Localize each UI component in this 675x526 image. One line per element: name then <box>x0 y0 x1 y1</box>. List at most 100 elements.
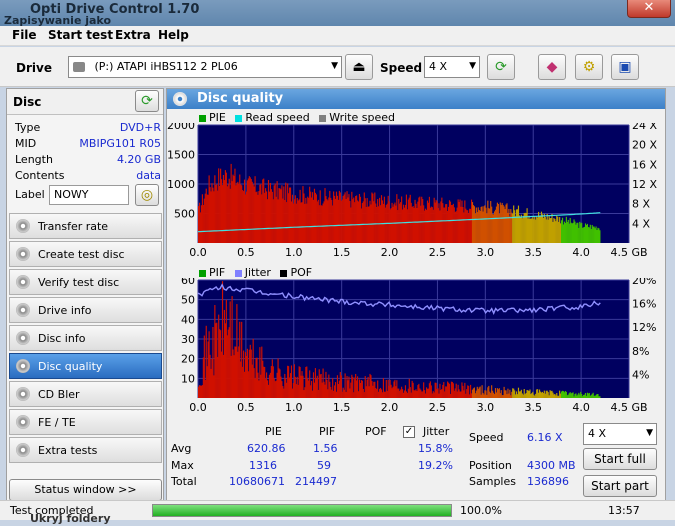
nav-verify-test-disc[interactable]: Verify test disc <box>9 269 162 295</box>
x-tick-label: 1.0 <box>285 246 303 259</box>
nav-fe-te[interactable]: FE / TE <box>9 409 162 435</box>
x-tick-label: 3.5 <box>524 246 542 259</box>
y-left-tick-label: 2000 <box>167 123 195 132</box>
x-tick-label: 4.5 GB <box>610 401 647 414</box>
panel-header: Disc quality <box>167 89 665 109</box>
x-tick-label: 2.5 <box>429 246 447 259</box>
refresh-speed-button[interactable]: ⟳ <box>487 54 515 80</box>
max-pif: 59 <box>317 459 331 472</box>
nav-create-test-disc[interactable]: Create test disc <box>9 241 162 267</box>
nav-cd-bler[interactable]: CD Bler <box>9 381 162 407</box>
nav-label: Drive info <box>38 304 92 317</box>
y-left-tick-label: 20 <box>181 353 195 366</box>
y-right-tick-label: 4 X <box>632 217 650 230</box>
legend-swatch <box>199 269 206 277</box>
nav-drive-info[interactable]: Drive info <box>9 297 162 323</box>
disc-icon <box>173 92 187 106</box>
menu-start-test[interactable]: Start test <box>48 28 113 42</box>
speed-select[interactable]: 4 X ▼ <box>424 56 480 78</box>
y-right-tick-label: 16% <box>632 298 656 311</box>
total-label: Total <box>171 475 197 488</box>
x-tick-label: 2.0 <box>381 246 399 259</box>
menu-extra[interactable]: Extra <box>115 28 151 42</box>
y-left-tick-label: 40 <box>181 313 195 326</box>
nav-disc-quality[interactable]: Disc quality <box>9 353 162 379</box>
progress-fill <box>153 505 451 516</box>
error-bar <box>599 396 601 398</box>
disc-label-input[interactable]: NOWY <box>49 185 129 205</box>
x-tick-label: 0.5 <box>237 401 255 414</box>
drive-select[interactable]: (P:) ATAPI iHBS112 2 PL06 ▼ <box>68 56 342 78</box>
disc-icon <box>16 219 30 233</box>
nav-label: Transfer rate <box>38 220 109 233</box>
menu-file[interactable]: File <box>12 28 37 42</box>
y-left-tick-label: 60 <box>181 278 195 287</box>
disc-icon <box>16 387 30 401</box>
elapsed-time: 13:57 <box>608 504 640 517</box>
disc-icon <box>16 359 30 373</box>
disc-length-value: 4.20 GB <box>116 153 161 166</box>
test-speed-select[interactable]: 4 X ▼ <box>583 423 657 445</box>
disc-quality-panel: Disc quality PIE Read speed Write speed … <box>166 88 666 506</box>
y-right-tick-label: 8% <box>632 345 649 358</box>
avg-pif: 1.56 <box>313 442 338 455</box>
legend-swatch <box>199 114 206 122</box>
nav-label: CD Bler <box>38 388 80 401</box>
status-window-button[interactable]: Status window >> <box>9 479 162 501</box>
test-speed-value: 4 X <box>588 427 607 440</box>
y-left-tick-label: 30 <box>181 333 195 346</box>
start-full-button[interactable]: Start full <box>583 448 657 470</box>
y-left-tick-label: 500 <box>174 208 195 221</box>
disc-icon <box>16 331 30 345</box>
disc-refresh-button[interactable]: ⟳ <box>135 90 159 112</box>
options-button[interactable]: ⚙ <box>575 54 603 80</box>
jitter-checkbox[interactable]: ✓ <box>403 426 415 438</box>
x-tick-label: 0.0 <box>189 401 207 414</box>
y-right-tick-label: 20% <box>632 278 656 287</box>
y-right-tick-label: 20 X <box>632 139 657 152</box>
nav-label: Create test disc <box>38 248 125 261</box>
nav-disc-info[interactable]: Disc info <box>9 325 162 351</box>
disc-icon <box>16 247 30 261</box>
nav-label: Disc info <box>38 332 86 345</box>
speed-label: Speed <box>380 61 423 75</box>
total-pif: 214497 <box>295 475 337 488</box>
disc-contents-value: data <box>136 169 161 182</box>
avg-label: Avg <box>171 442 192 455</box>
disc-icon <box>16 303 30 317</box>
disc-icon: ◎ <box>140 187 154 203</box>
disc-header-title: Disc <box>13 95 42 109</box>
x-tick-label: 3.0 <box>477 246 495 259</box>
drive-label: Drive <box>16 61 52 75</box>
y-left-tick-label: 50 <box>181 294 195 307</box>
legend-swatch <box>235 114 243 122</box>
disc-label-button[interactable]: ◎ <box>135 184 159 206</box>
avg-pie: 620.86 <box>247 442 286 455</box>
save-button[interactable]: ▣ <box>611 54 639 80</box>
disc-type-value: DVD+R <box>119 121 161 134</box>
start-part-button[interactable]: Start part <box>583 475 657 497</box>
x-tick-label: 1.5 <box>333 246 351 259</box>
disc-icon <box>16 443 30 457</box>
title-bar: Opti Drive Control 1.70 Zapisywanie jako… <box>0 0 675 27</box>
nav-transfer-rate[interactable]: Transfer rate <box>9 213 162 239</box>
nav-label: Extra tests <box>38 444 98 457</box>
eject-button[interactable]: ⏏ <box>345 54 373 80</box>
x-tick-label: 0.0 <box>189 246 207 259</box>
y-right-tick-label: 24 X <box>632 123 657 132</box>
total-pie: 10680671 <box>229 475 285 488</box>
y-right-tick-label: 12 X <box>632 178 657 191</box>
eraser-icon: ◆ <box>546 59 558 75</box>
erase-button[interactable]: ◆ <box>538 54 566 80</box>
y-right-tick-label: 12% <box>632 321 656 334</box>
close-button[interactable]: ✕ <box>627 0 671 18</box>
x-tick-label: 2.5 <box>429 401 447 414</box>
nav-label: Disc quality <box>38 360 103 373</box>
col-pif: PIF <box>319 425 336 438</box>
drive-toolbar: Drive (P:) ATAPI iHBS112 2 PL06 ▼ ⏏ Spee… <box>0 47 675 87</box>
position-value: 4300 MB <box>527 459 576 472</box>
max-pie: 1316 <box>249 459 277 472</box>
hide-folders-link[interactable]: Ukryj foldery <box>30 512 111 525</box>
nav-extra-tests[interactable]: Extra tests <box>9 437 162 463</box>
menu-help[interactable]: Help <box>158 28 189 42</box>
